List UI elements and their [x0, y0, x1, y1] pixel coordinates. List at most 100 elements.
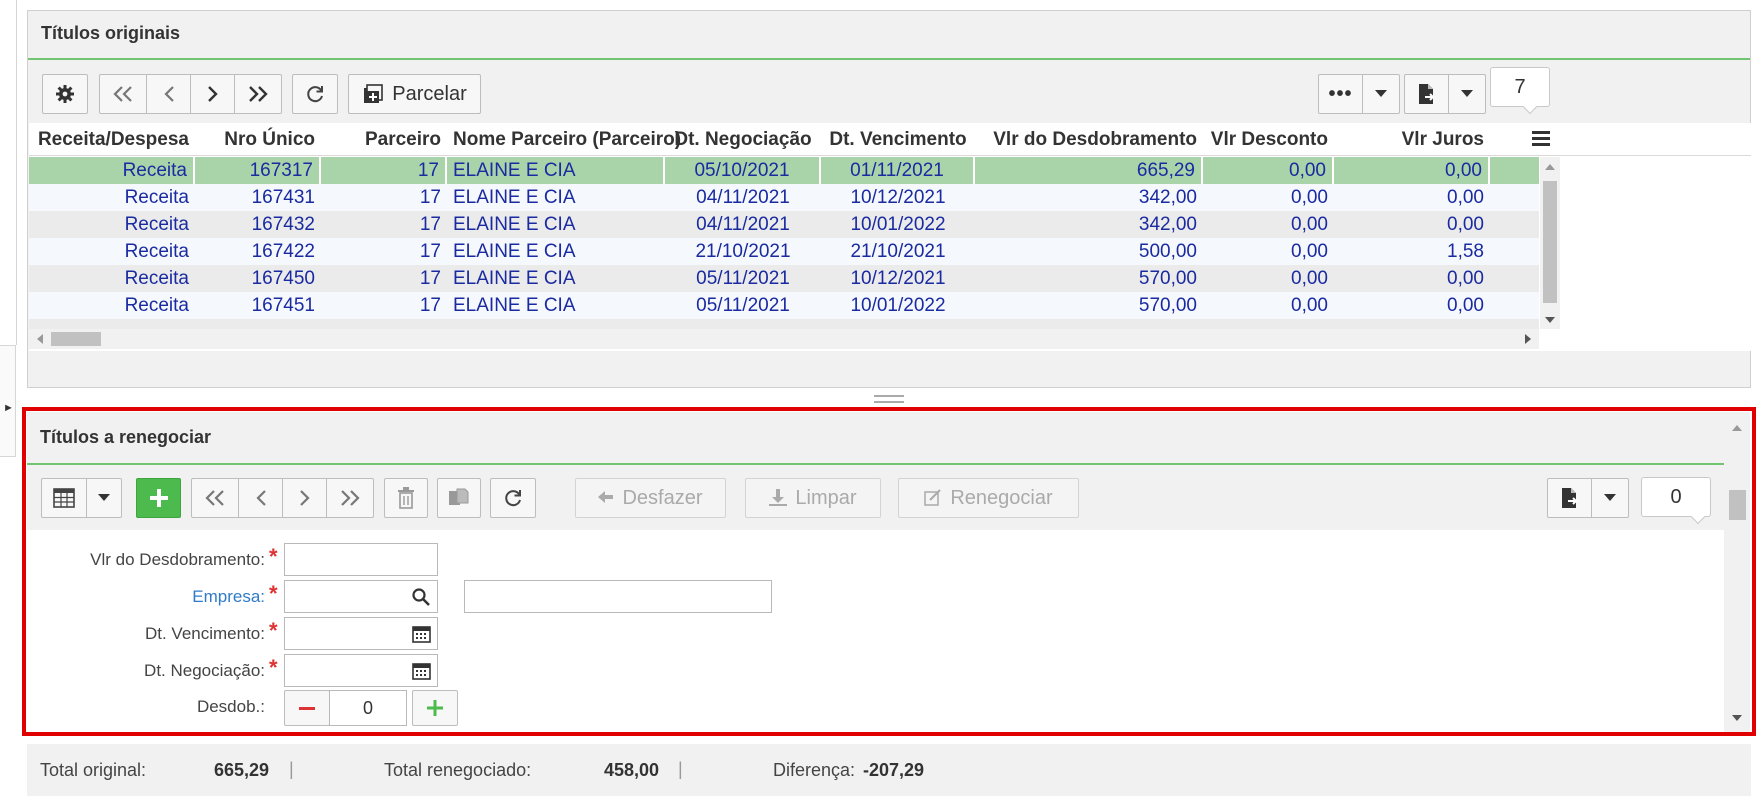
limpar-button[interactable]: Limpar — [745, 478, 881, 518]
edit-icon — [924, 489, 942, 506]
empresa-label[interactable]: Empresa: — [47, 587, 265, 607]
table-row[interactable]: Receita 167432 17 ELAINE E CIA 04/11/2021 10/… — [29, 211, 1539, 238]
table-cell: 05/11/2021 — [696, 268, 790, 289]
minus-icon — [299, 706, 315, 710]
table-cell: Receita — [124, 187, 189, 208]
scroll-right-arrow-icon[interactable] — [1525, 334, 1531, 344]
table-cell: Receita — [124, 268, 189, 289]
table-row[interactable]: Receita 167450 17 ELAINE E CIA 05/11/2021 10/… — [29, 265, 1539, 292]
vertical-scrollbar[interactable] — [1540, 157, 1560, 329]
table-cell: ELAINE E CIA — [453, 187, 576, 208]
table-cell: Receita — [124, 295, 189, 316]
settings-button[interactable] — [42, 74, 88, 114]
empresa-code-input[interactable] — [284, 580, 438, 613]
table-cell: 1,58 — [1447, 241, 1484, 262]
column-header[interactable]: Vlr do Desdobramento — [975, 123, 1203, 156]
table-cell: 570,00 — [1138, 268, 1197, 289]
table-cell: 04/11/2021 — [696, 214, 790, 235]
vertical-scrollbar[interactable] — [1724, 412, 1750, 732]
table-cell: 17 — [419, 214, 441, 235]
column-header[interactable]: Vlr Juros — [1334, 123, 1490, 156]
export-button[interactable] — [1404, 74, 1449, 114]
more-options-dropdown[interactable] — [1362, 74, 1400, 114]
delete-button[interactable] — [384, 478, 428, 518]
previous-record-button[interactable] — [146, 74, 191, 114]
table-icon — [53, 488, 75, 508]
first-record-button[interactable] — [191, 478, 239, 518]
desfazer-button[interactable]: Desfazer — [575, 478, 726, 518]
table-cell: 05/11/2021 — [696, 295, 790, 316]
table-row[interactable]: Receita 167451 17 ELAINE E CIA 05/11/2021 10/… — [29, 292, 1539, 319]
increment-button[interactable] — [412, 690, 458, 726]
table-cell: 665,29 — [975, 157, 1203, 184]
table-cell: 0,00 — [1291, 268, 1328, 289]
table-cell: 167432 — [251, 214, 315, 235]
more-options-button[interactable]: ••• — [1318, 74, 1363, 114]
titulos-originais-grid: Receita/Despesa Nro Único Parceiro Nome … — [29, 123, 1751, 351]
add-record-button[interactable] — [136, 478, 181, 518]
column-header[interactable]: Nro Único — [195, 123, 321, 156]
scroll-up-arrow-icon[interactable] — [1732, 425, 1742, 431]
table-cell: 0,00 — [1447, 295, 1484, 316]
previous-record-button[interactable] — [238, 478, 283, 518]
parcelar-button[interactable]: Parcelar — [348, 74, 481, 114]
scroll-up-arrow-icon[interactable] — [1545, 164, 1555, 170]
grid-view-button[interactable] — [41, 478, 87, 518]
export-file-icon — [1418, 84, 1434, 104]
column-header[interactable]: Dt. Vencimento — [821, 123, 975, 156]
grid-view-dropdown[interactable] — [86, 478, 122, 518]
last-record-button[interactable] — [326, 478, 374, 518]
table-row[interactable]: Receita 167317 17 ELAINE E CIA 05/10/2021 01/… — [29, 157, 1539, 184]
table-cell: 167431 — [251, 187, 315, 208]
dt-negociacao-input[interactable] — [284, 654, 438, 687]
table-cell: 0,00 — [1291, 214, 1328, 235]
renegociar-button[interactable]: Renegociar — [898, 478, 1079, 518]
vlr-desdobramento-input[interactable] — [284, 543, 438, 576]
scrollbar-thumb[interactable] — [1543, 181, 1557, 303]
export-dropdown[interactable] — [1591, 478, 1629, 518]
first-record-button[interactable] — [99, 74, 147, 114]
column-header[interactable]: Nome Parceiro (Parceiro) — [447, 123, 681, 156]
decrement-button[interactable] — [284, 690, 330, 726]
table-cell: 342,00 — [1138, 187, 1197, 208]
table-cell: 167317 — [195, 157, 321, 184]
double-chevron-right-icon — [249, 86, 268, 102]
renegociar-label: Renegociar — [950, 486, 1053, 509]
calendar-icon — [412, 626, 431, 643]
copy-button[interactable] — [437, 478, 481, 518]
export-dropdown[interactable] — [1448, 74, 1486, 114]
side-collapse-handle[interactable] — [0, 345, 16, 457]
column-header[interactable]: Receita/Despesa — [29, 123, 195, 156]
double-chevron-left-icon — [205, 490, 224, 506]
scrollbar-thumb[interactable] — [51, 332, 101, 346]
column-header[interactable]: Parceiro — [321, 123, 447, 156]
dt-vencimento-input[interactable] — [284, 617, 438, 650]
column-menu-icon[interactable] — [1532, 131, 1550, 147]
panel-splitter-handle[interactable] — [874, 395, 904, 404]
caret-down-icon — [1604, 494, 1616, 501]
column-header[interactable]: Vlr Desconto — [1203, 123, 1334, 156]
total-original-value: 665,29 — [214, 760, 270, 780]
refresh-button[interactable] — [292, 74, 338, 114]
column-header[interactable]: Dt. Negociação — [665, 123, 821, 156]
table-cell: 0,00 — [1334, 157, 1490, 184]
next-record-button[interactable] — [282, 478, 327, 518]
dt-vencimento-label: Dt. Vencimento: — [144, 624, 265, 643]
table-cell: 10/12/2021 — [850, 268, 946, 289]
desdob-stepper-input[interactable]: 0 — [329, 690, 407, 726]
table-row[interactable]: Receita 167431 17 ELAINE E CIA 04/11/2021 10/… — [29, 184, 1539, 211]
table-row[interactable]: Receita 167422 17 ELAINE E CIA 21/10/2021 21/… — [29, 238, 1539, 265]
scroll-down-arrow-icon[interactable] — [1732, 715, 1742, 721]
scrollbar-thumb[interactable] — [1729, 490, 1746, 520]
last-record-button[interactable] — [234, 74, 282, 114]
export-button[interactable] — [1547, 478, 1592, 518]
scroll-left-arrow-icon[interactable] — [37, 334, 43, 344]
horizontal-scrollbar[interactable] — [29, 329, 1539, 349]
titulos-originais-panel: Títulos originais Parcelar ••• 7 Receita… — [27, 10, 1751, 388]
expand-arrow-icon[interactable]: ► — [3, 402, 14, 414]
next-record-button[interactable] — [190, 74, 235, 114]
empresa-name-input[interactable] — [464, 580, 772, 613]
refresh-button[interactable] — [490, 478, 536, 518]
scroll-down-arrow-icon[interactable] — [1545, 317, 1555, 323]
table-cell: Receita — [29, 157, 195, 184]
